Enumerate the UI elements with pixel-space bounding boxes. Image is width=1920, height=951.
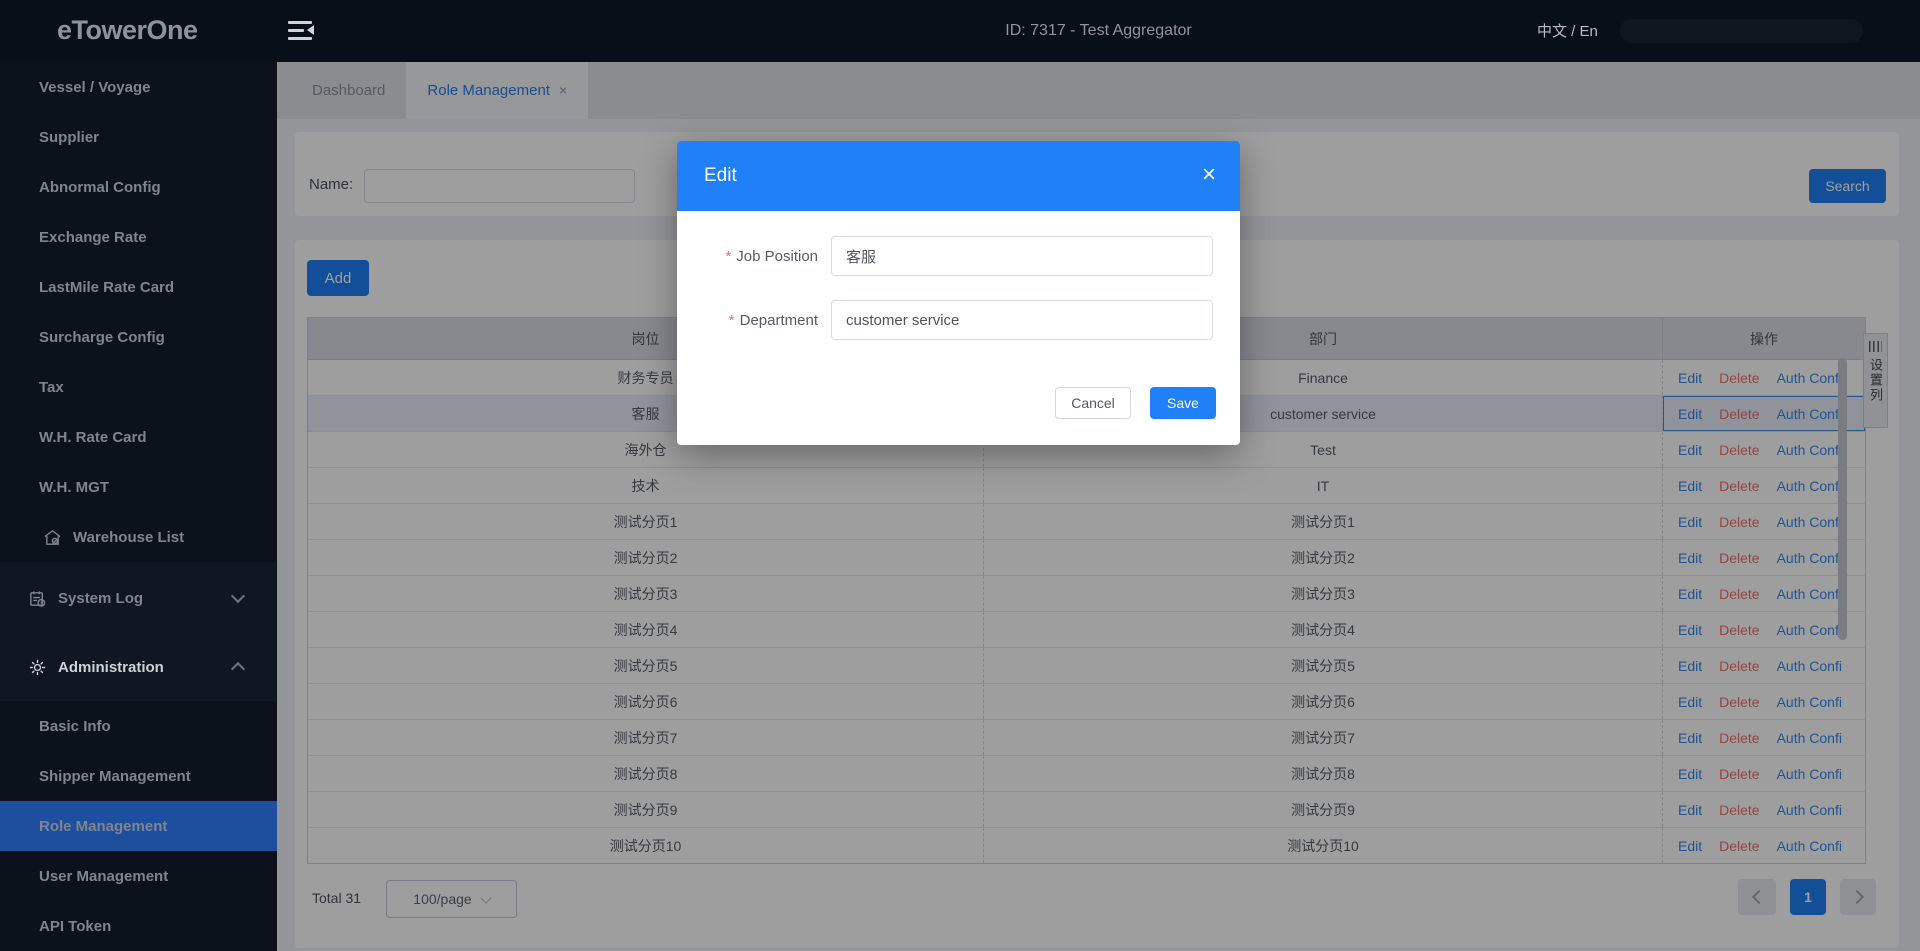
sidebar-item-label: Warehouse List xyxy=(73,528,185,546)
warehouse-icon xyxy=(42,527,62,547)
form-row-department: * Department xyxy=(677,300,1240,340)
department-input[interactable] xyxy=(831,300,1213,340)
sidebar-item-label: W.H. MGT xyxy=(39,478,109,496)
sidebar-item-label: API Token xyxy=(39,917,112,935)
required-asterisk: * xyxy=(725,247,732,265)
sidebar-item-label: User Management xyxy=(39,867,169,885)
sidebar: Vessel / Voyage Supplier Abnormal Config Ex… xyxy=(0,62,277,951)
field-label-text: Department xyxy=(739,311,818,329)
form-row-job-position: * Job Position xyxy=(677,236,1240,276)
edit-dialog: Edit × *Job Position*Department Cancel S… xyxy=(677,141,1240,445)
sidebar-item-exchange-rate[interactable]: Exchange Rate xyxy=(0,212,277,262)
save-button[interactable]: Save xyxy=(1150,387,1216,419)
app-logo: eTowerOne xyxy=(57,15,198,45)
sidebar-item-label: System Log xyxy=(58,589,144,607)
log-icon xyxy=(27,588,47,608)
sidebar-item-w-h-mgt[interactable]: W.H. MGT xyxy=(0,462,277,512)
sidebar-item-role-management[interactable]: Role Management xyxy=(0,801,277,851)
app-window: eTowerOne ID: 7317 - Test Aggregator 中文 … xyxy=(0,0,1920,951)
required-asterisk: * xyxy=(728,311,735,329)
sidebar-item-basic-info[interactable]: Basic Info xyxy=(0,701,277,751)
cancel-button[interactable]: Cancel xyxy=(1055,387,1131,419)
sidebar-item-label: Basic Info xyxy=(39,717,111,735)
field-label-text: Job Position xyxy=(736,247,818,265)
field-label: * Department xyxy=(677,300,818,340)
close-icon[interactable]: × xyxy=(1202,160,1216,190)
redacted-username xyxy=(1620,19,1863,43)
sidebar-item-vessel-voyage[interactable]: Vessel / Voyage xyxy=(0,62,277,112)
sidebar-item-supplier[interactable]: Supplier xyxy=(0,112,277,162)
sidebar-item-label: Surcharge Config xyxy=(39,328,165,346)
sidebar-item-abnormal-config[interactable]: Abnormal Config xyxy=(0,162,277,212)
job-position-input[interactable] xyxy=(831,236,1213,276)
sidebar-item-administration[interactable]: Administration xyxy=(0,642,277,692)
gear-icon xyxy=(27,657,47,677)
sidebar-item-label: Administration xyxy=(58,658,164,676)
field-label: * Job Position xyxy=(677,236,818,276)
sidebar-item-lastmile-rate-card[interactable]: LastMile Rate Card xyxy=(0,262,277,312)
dialog-title: Edit xyxy=(704,165,737,186)
sidebar-menu: Vessel / Voyage Supplier Abnormal Config Ex… xyxy=(0,62,277,951)
sidebar-item-label: Exchange Rate xyxy=(39,228,147,246)
sidebar-item-label: Role Management xyxy=(39,817,168,835)
top-bar: eTowerOne ID: 7317 - Test Aggregator 中文 … xyxy=(0,0,1920,62)
sidebar-item-api-token[interactable]: API Token xyxy=(0,901,277,951)
sidebar-item-system-log[interactable]: System Log xyxy=(0,573,277,623)
sidebar-item-label: LastMile Rate Card xyxy=(39,278,175,296)
sidebar-item-surcharge-config[interactable]: Surcharge Config xyxy=(0,312,277,362)
sidebar-item-w-h-rate-card[interactable]: W.H. Rate Card xyxy=(0,412,277,462)
sidebar-item-user-management[interactable]: User Management xyxy=(0,851,277,901)
sidebar-item-label: Shipper Management xyxy=(39,767,191,785)
dialog-header: Edit × xyxy=(677,141,1240,211)
sidebar-item-label: Tax xyxy=(39,378,64,396)
sidebar-item-tax[interactable]: Tax xyxy=(0,362,277,412)
sidebar-item-shipper-management[interactable]: Shipper Management xyxy=(0,751,277,801)
sidebar-item-label: W.H. Rate Card xyxy=(39,428,147,446)
sidebar-item-label: Supplier xyxy=(39,128,100,146)
sidebar-item-label: Abnormal Config xyxy=(39,178,161,196)
sidebar-item-label: Vessel / Voyage xyxy=(39,78,151,96)
chevron-down-icon xyxy=(230,588,246,604)
sidebar-item-warehouse-list[interactable]: Warehouse List xyxy=(0,512,277,562)
chevron-up-icon xyxy=(230,661,246,677)
language-switch[interactable]: 中文 / En xyxy=(1537,20,1598,41)
